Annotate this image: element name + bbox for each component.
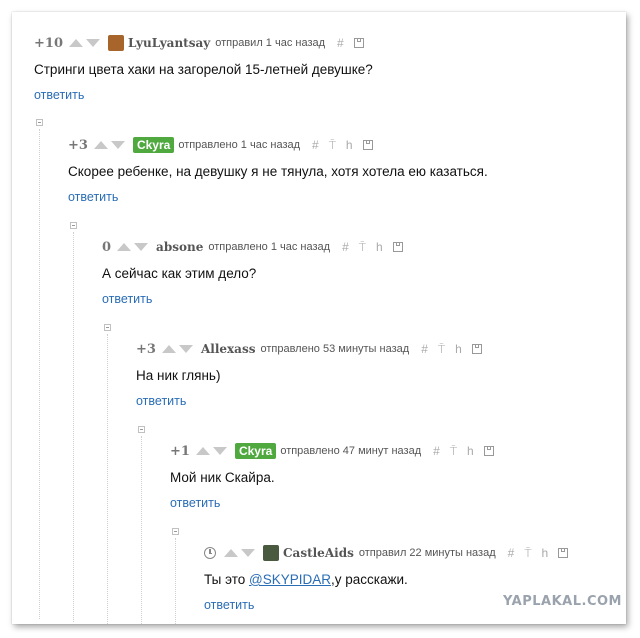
comment-header: +1 Ckyra отправлено 47 минут назад # ⍑ h: [170, 442, 494, 460]
comment-score: +3: [136, 341, 156, 357]
comment-text: Ты это @SKYPIDAR,у расскажи.: [204, 572, 568, 590]
comment: +10 LyuLyantsay отправил 1 час назад # С…: [34, 34, 373, 102]
comment-author[interactable]: LyuLyantsay: [128, 36, 210, 50]
comment-timestamp: отправил 22 минуты назад: [358, 547, 496, 559]
reply-link[interactable]: ответить: [102, 292, 403, 306]
comment-header: +10 LyuLyantsay отправил 1 час назад #: [34, 34, 373, 52]
comment-author[interactable]: Allexass: [201, 342, 256, 356]
comment-text-start: Ты это: [204, 572, 249, 587]
thread-guide-line: [39, 129, 40, 619]
comment-author[interactable]: Ckyra: [132, 137, 175, 153]
comment: +3 Ckyra отправлено 1 час назад # ⍑ h Ск…: [68, 136, 488, 204]
permalink-icon[interactable]: #: [312, 138, 319, 152]
comment-timestamp: отправил 1 час назад: [215, 37, 326, 49]
collapse-icon[interactable]: [138, 426, 145, 433]
comment-thread: +10 LyuLyantsay отправил 1 час назад # С…: [12, 12, 626, 624]
comment-author[interactable]: CastleAids: [283, 546, 354, 560]
comment-timestamp: отправлено 47 минут назад: [280, 445, 422, 457]
collapse-icon[interactable]: [36, 119, 43, 126]
collapse-icon[interactable]: [70, 222, 77, 229]
thread-tree-icon[interactable]: h: [376, 240, 383, 254]
comment-header: +3 Ckyra отправлено 1 час назад # ⍑ h: [68, 136, 488, 154]
thread-tree-icon[interactable]: h: [467, 444, 474, 458]
user-mention-link[interactable]: @SKYPIDAR: [249, 572, 331, 587]
thread-tree-icon[interactable]: h: [346, 138, 353, 152]
thread-guide-line: [141, 436, 142, 624]
comment-score: 0: [102, 239, 112, 255]
save-icon[interactable]: [558, 548, 569, 558]
upvote-icon[interactable]: [161, 345, 176, 353]
comment-header: +3 Allexass отправлено 53 минуты назад #…: [136, 340, 482, 358]
reply-link[interactable]: ответить: [136, 394, 482, 408]
downvote-icon[interactable]: [134, 243, 149, 251]
downvote-icon[interactable]: [110, 141, 125, 149]
save-icon[interactable]: [362, 140, 373, 150]
thread-guide-line: [175, 538, 176, 624]
avatar: [107, 35, 124, 51]
save-icon[interactable]: [353, 38, 364, 48]
save-icon[interactable]: [471, 344, 482, 354]
comment: +1 Ckyra отправлено 47 минут назад # ⍑ h…: [170, 442, 494, 510]
permalink-icon[interactable]: #: [421, 342, 428, 356]
collapse-icon[interactable]: [104, 324, 111, 331]
permalink-icon[interactable]: #: [342, 240, 349, 254]
downvote-icon[interactable]: [85, 39, 100, 47]
parent-comment-icon[interactable]: ⍑: [359, 240, 366, 255]
downvote-icon[interactable]: [212, 447, 227, 455]
downvote-icon[interactable]: [178, 345, 193, 353]
reply-link[interactable]: ответить: [170, 496, 494, 510]
comment-score: +3: [68, 137, 88, 153]
permalink-icon[interactable]: #: [508, 546, 515, 560]
downvote-icon[interactable]: [241, 549, 255, 557]
clock-icon: [204, 547, 216, 559]
comment-text: На ник глянь): [136, 368, 221, 383]
upvote-icon[interactable]: [68, 39, 83, 47]
permalink-icon[interactable]: #: [433, 444, 440, 458]
reply-link[interactable]: ответить: [68, 190, 488, 204]
permalink-icon[interactable]: #: [337, 36, 344, 50]
comment: 0 absone отправлено 1 час назад # ⍑ h А …: [102, 238, 403, 306]
upvote-icon[interactable]: [117, 243, 132, 251]
thread-guide-line: [107, 334, 108, 624]
site-watermark: YAPLAKAL.COM: [503, 594, 622, 609]
avatar: [263, 545, 279, 561]
comment-author[interactable]: Ckyra: [234, 443, 277, 459]
comment-header: 0 absone отправлено 1 час назад # ⍑ h: [102, 238, 403, 256]
parent-comment-icon[interactable]: ⍑: [524, 546, 531, 561]
thread-tree-icon[interactable]: h: [455, 342, 462, 356]
comment-text: Мой ник Скайра.: [170, 470, 275, 485]
comment-text: Скорее ребенке, на девушку я не тянула, …: [68, 164, 488, 179]
comment-text: А сейчас как этим дело?: [102, 266, 257, 281]
comment-timestamp: отправлено 53 минуты назад: [260, 343, 410, 355]
upvote-icon[interactable]: [93, 141, 108, 149]
reply-link[interactable]: ответить: [34, 88, 373, 102]
comment-score: +1: [170, 443, 190, 459]
comment-text: Стринги цвета хаки на загорелой 15-летне…: [34, 62, 373, 77]
save-icon[interactable]: [483, 446, 494, 456]
parent-comment-icon[interactable]: ⍑: [329, 138, 336, 153]
comment: +3 Allexass отправлено 53 минуты назад #…: [136, 340, 482, 408]
collapse-icon[interactable]: [172, 528, 179, 535]
comment-author[interactable]: absone: [156, 240, 203, 254]
comment-text-end: ,у расскажи.: [330, 572, 408, 587]
thread-guide-line: [73, 232, 74, 622]
comment-score: +10: [34, 35, 63, 51]
thread-tree-icon[interactable]: h: [542, 546, 549, 560]
upvote-icon[interactable]: [224, 549, 238, 557]
save-icon[interactable]: [392, 242, 403, 252]
comment-timestamp: отправлено 1 час назад: [208, 241, 331, 253]
comment-header: CastleAids отправил 22 минуты назад # ⍑ …: [204, 544, 569, 562]
upvote-icon[interactable]: [195, 447, 210, 455]
parent-comment-icon[interactable]: ⍑: [450, 444, 457, 459]
comment-timestamp: отправлено 1 час назад: [178, 139, 301, 151]
parent-comment-icon[interactable]: ⍑: [438, 342, 445, 357]
